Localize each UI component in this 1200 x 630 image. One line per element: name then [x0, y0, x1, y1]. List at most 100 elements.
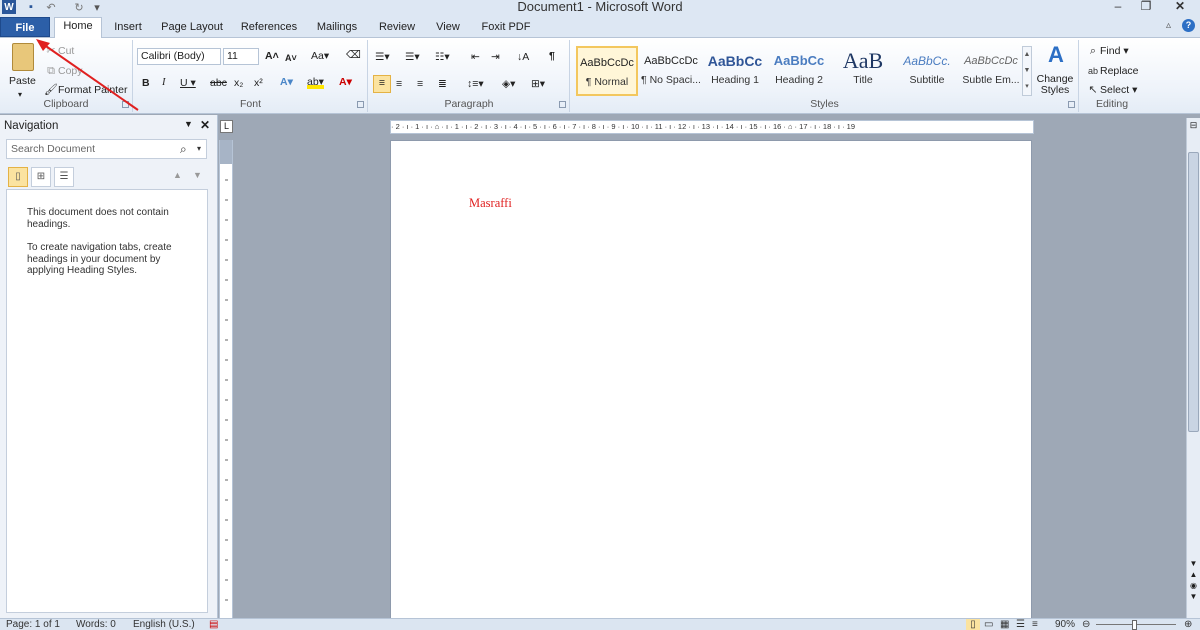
- browse-pages-tab-icon[interactable]: ⊞: [31, 167, 51, 187]
- browse-headings-tab-icon[interactable]: ▯: [8, 167, 28, 187]
- italic-icon[interactable]: I: [162, 76, 166, 90]
- grow-font-icon[interactable]: A˄: [265, 49, 279, 63]
- tab-home[interactable]: Home: [54, 17, 102, 39]
- document-text[interactable]: Masraffi: [469, 196, 512, 211]
- paste-button[interactable]: Paste: [9, 74, 36, 88]
- shrink-font-icon[interactable]: A˅: [285, 51, 297, 65]
- clear-formatting-icon[interactable]: ⌫: [346, 48, 361, 62]
- scrollbar-thumb[interactable]: [1188, 152, 1199, 432]
- document-page[interactable]: Masraffi: [390, 140, 1032, 620]
- tab-mailings[interactable]: Mailings: [310, 19, 364, 39]
- zoom-slider-handle[interactable]: [1132, 620, 1137, 630]
- redo-icon[interactable]: ↻: [72, 0, 86, 14]
- outline-icon[interactable]: ☰: [1016, 619, 1025, 630]
- clipboard-launcher-icon[interactable]: [122, 101, 129, 108]
- close-button[interactable]: ✕: [1160, 0, 1200, 14]
- zoom-in-icon[interactable]: ⊕: [1184, 619, 1192, 630]
- paste-icon[interactable]: [12, 43, 34, 71]
- print-layout-icon[interactable]: ▯: [966, 619, 980, 630]
- minimize-button[interactable]: –: [1104, 0, 1132, 14]
- decrease-indent-icon[interactable]: ⇤: [471, 50, 480, 64]
- help-icon[interactable]: ?: [1182, 19, 1195, 32]
- copy-button[interactable]: ⧉ Copy: [44, 64, 82, 78]
- previous-result-icon[interactable]: ▲: [173, 170, 182, 180]
- increase-indent-icon[interactable]: ⇥: [491, 50, 500, 64]
- tab-references[interactable]: References: [236, 19, 302, 39]
- scroll-down-icon[interactable]: ▼ ▲ ◉ ▼: [1187, 558, 1200, 602]
- word-count[interactable]: Words: 0: [76, 619, 116, 630]
- web-layout-icon[interactable]: ▦: [1000, 619, 1009, 630]
- align-left-icon[interactable]: ≡: [373, 75, 391, 93]
- view-ruler-icon[interactable]: ⊟: [1188, 120, 1199, 134]
- tab-foxit-pdf[interactable]: Foxit PDF: [478, 19, 534, 39]
- style-subtitle[interactable]: AaBbCc. Subtitle: [896, 46, 958, 96]
- maximize-button[interactable]: ❐: [1132, 0, 1160, 14]
- highlight-icon[interactable]: ab▾: [307, 75, 324, 89]
- pane-options-icon[interactable]: ▼: [184, 119, 193, 129]
- font-color-icon[interactable]: A▾: [339, 75, 352, 89]
- change-styles-button[interactable]: Change Styles: [1033, 74, 1077, 96]
- font-name-combo[interactable]: Calibri (Body): [137, 48, 221, 65]
- text-effects-icon[interactable]: A▾: [280, 75, 293, 89]
- cut-button[interactable]: ✂ Cut: [44, 44, 74, 58]
- styles-scroll-icon[interactable]: ▲ ▼ ▾: [1022, 46, 1032, 96]
- format-painter-button[interactable]: 🖌Format Painter: [44, 83, 127, 97]
- font-launcher-icon[interactable]: [357, 101, 364, 108]
- bold-icon[interactable]: B: [142, 76, 150, 90]
- style-title[interactable]: AaB Title: [832, 46, 894, 96]
- replace-button[interactable]: ab Replace: [1086, 64, 1139, 78]
- tab-insert[interactable]: Insert: [108, 19, 148, 39]
- numbering-icon[interactable]: ☰▾: [405, 50, 420, 64]
- find-button[interactable]: ⌕ Find ▾: [1086, 44, 1129, 58]
- minimize-ribbon-icon[interactable]: ▵: [1166, 20, 1171, 31]
- align-right-icon[interactable]: ≡: [417, 77, 423, 91]
- search-options-icon[interactable]: ▾: [197, 140, 201, 158]
- word-logo-icon[interactable]: W: [2, 0, 16, 14]
- vertical-scrollbar[interactable]: ⊟ ▼ ▲ ◉ ▼: [1186, 118, 1200, 618]
- select-button[interactable]: ↖ Select ▾: [1086, 83, 1137, 97]
- tab-selector-button[interactable]: L: [220, 120, 233, 133]
- horizontal-ruler[interactable]: · 2 · ı · 1 · ı · ⌂ · ı · 1 · ı · 2 · ı …: [390, 120, 1034, 134]
- paragraph-launcher-icon[interactable]: [559, 101, 566, 108]
- close-pane-icon[interactable]: ✕: [200, 118, 210, 132]
- tab-review[interactable]: Review: [374, 19, 420, 39]
- style-no-spacing[interactable]: AaBbCcDc ¶ No Spaci...: [640, 46, 702, 96]
- vertical-ruler[interactable]: [219, 140, 233, 618]
- tab-file[interactable]: File: [0, 17, 50, 37]
- undo-icon[interactable]: ↶: [44, 0, 58, 14]
- styles-launcher-icon[interactable]: [1068, 101, 1075, 108]
- page-count[interactable]: Page: 1 of 1: [6, 619, 60, 630]
- search-document-input[interactable]: Search Document ⌕ ▾: [6, 139, 207, 159]
- change-styles-icon[interactable]: A: [1041, 42, 1071, 68]
- shading-icon[interactable]: ◈▾: [502, 77, 515, 91]
- zoom-level[interactable]: 90%: [1055, 619, 1075, 630]
- bullets-icon[interactable]: ☰▾: [375, 50, 390, 64]
- tab-view[interactable]: View: [428, 19, 468, 39]
- multilevel-list-icon[interactable]: ☷▾: [435, 50, 450, 64]
- borders-icon[interactable]: ⊞▾: [531, 77, 545, 91]
- show-marks-icon[interactable]: ¶: [549, 49, 555, 63]
- full-screen-reading-icon[interactable]: ▭: [984, 619, 993, 630]
- sort-icon[interactable]: ↓A: [517, 50, 529, 64]
- draft-icon[interactable]: ≡: [1032, 619, 1038, 630]
- strikethrough-icon[interactable]: abc: [210, 76, 227, 90]
- style-subtle-emphasis[interactable]: AaBbCcDc Subtle Em...: [960, 46, 1022, 96]
- zoom-out-icon[interactable]: ⊖: [1082, 619, 1090, 630]
- save-icon[interactable]: ▪: [24, 0, 38, 14]
- change-case-icon[interactable]: Aa▾: [311, 49, 329, 63]
- superscript-icon[interactable]: x²: [254, 76, 263, 90]
- style-heading-2[interactable]: AaBbCc Heading 2: [768, 46, 830, 96]
- browse-results-tab-icon[interactable]: ☰: [54, 167, 74, 187]
- justify-icon[interactable]: ≣: [438, 77, 447, 91]
- customize-qat-icon[interactable]: ▾: [92, 0, 102, 14]
- tab-page-layout[interactable]: Page Layout: [158, 19, 226, 39]
- align-center-icon[interactable]: ≡: [396, 77, 402, 91]
- language-indicator[interactable]: English (U.S.): [133, 619, 195, 630]
- underline-icon[interactable]: U ▾: [180, 76, 196, 90]
- search-icon[interactable]: ⌕: [180, 140, 187, 158]
- style-heading-1[interactable]: AaBbCc Heading 1: [704, 46, 766, 96]
- font-size-combo[interactable]: 11: [223, 48, 259, 65]
- style-normal[interactable]: AaBbCcDc ¶ Normal: [576, 46, 638, 96]
- subscript-icon[interactable]: x₂: [234, 76, 243, 90]
- line-spacing-icon[interactable]: ↕≡▾: [467, 77, 484, 91]
